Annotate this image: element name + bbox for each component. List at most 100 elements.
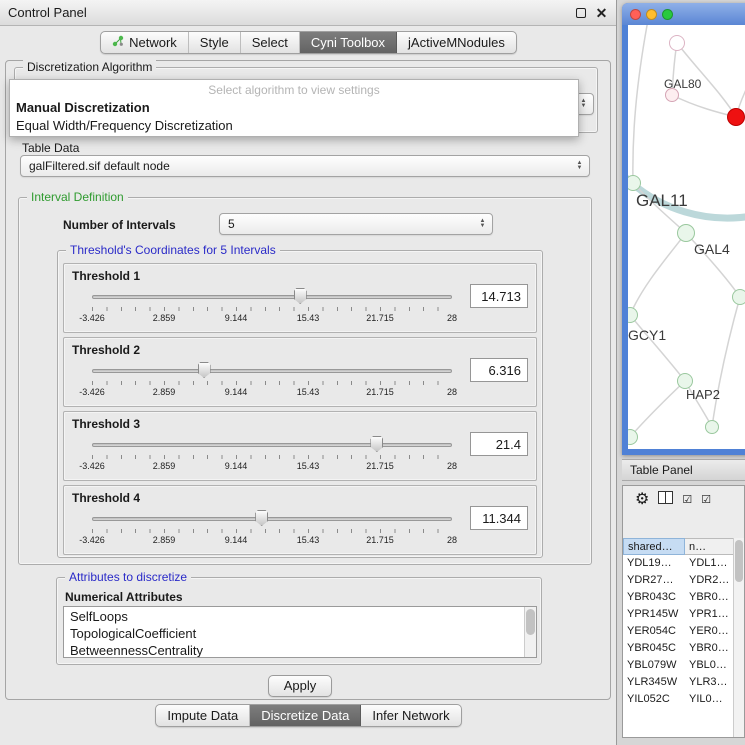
tick-label: 9.144	[225, 535, 248, 545]
network-node[interactable]	[677, 224, 695, 242]
table-data-combobox[interactable]: galFiltered.sif default node ▲▼	[20, 155, 590, 177]
network-canvas[interactable]: GAL80GAL11GAL4GCY1HAP2	[628, 25, 745, 449]
tick-label: 21.715	[366, 535, 394, 545]
network-view-window: GAL80GAL11GAL4GCY1HAP2	[622, 3, 745, 455]
tab-discretize-data[interactable]: Discretize Data	[250, 705, 361, 726]
dropdown-option-manual-discretization[interactable]: Manual Discretization	[10, 98, 578, 116]
table-cell: YDR27…	[623, 572, 685, 589]
table-row[interactable]: YDR27…YDR2…	[623, 572, 735, 589]
scrollbar-thumb[interactable]	[735, 540, 743, 582]
slider-track[interactable]	[92, 295, 452, 299]
table-panel-titlebar: Table Panel	[622, 459, 745, 481]
network-node-label: GAL11	[636, 191, 688, 211]
tick-label: 2.859	[153, 387, 176, 397]
network-node[interactable]	[732, 289, 745, 305]
threshold-slider[interactable]: -3.4262.8599.14415.4321.71528	[92, 362, 452, 402]
threshold-slider[interactable]: -3.4262.8599.14415.4321.71528	[92, 510, 452, 550]
table-row[interactable]: YLR345WYLR3…	[623, 674, 735, 691]
tick-label: 9.144	[225, 387, 248, 397]
table-cell: YBR043C	[623, 589, 685, 606]
table-panel-title: Table Panel	[630, 463, 693, 477]
close-icon[interactable]: ✕	[595, 6, 608, 19]
tab-cyni-toolbox[interactable]: Cyni Toolbox	[300, 32, 397, 53]
float-icon[interactable]	[574, 6, 587, 19]
columns-icon[interactable]	[658, 491, 673, 509]
tab-style[interactable]: Style	[189, 32, 241, 53]
top-tabstrip: Network Style Select Cyni Toolbox jActiv…	[0, 31, 617, 54]
tab-infer-network[interactable]: Infer Network	[361, 705, 460, 726]
table-row[interactable]: YBL079WYBL0…	[623, 657, 735, 674]
zoom-traffic-light-icon[interactable]	[662, 9, 673, 20]
column-header-name[interactable]: n…	[685, 538, 735, 555]
slider-track[interactable]	[92, 517, 452, 521]
table-cell: YBR0…	[685, 640, 735, 657]
threshold-value[interactable]: 21.4	[470, 432, 528, 456]
table-cell: YPR1…	[685, 606, 735, 623]
scrollbar-thumb[interactable]	[526, 609, 535, 635]
table-row[interactable]: YDL19…YDL1…	[623, 555, 735, 572]
dropdown-placeholder-option[interactable]: Select algorithm to view settings	[10, 80, 578, 98]
table-cell: YER0…	[685, 623, 735, 640]
slider-thumb[interactable]	[255, 510, 268, 526]
number-of-intervals-spinner[interactable]: 5 ▲▼	[219, 213, 493, 235]
stepper-arrows-icon[interactable]: ▲▼	[577, 99, 593, 109]
numerical-attributes-list: SelfLoopsTopologicalCoefficientBetweenne…	[64, 607, 536, 658]
tab-label: Network	[129, 35, 177, 50]
slider-thumb[interactable]	[370, 436, 383, 452]
table-cell: YDL1…	[685, 555, 735, 572]
threshold-slider[interactable]: -3.4262.8599.14415.4321.71528	[92, 436, 452, 476]
table-scrollbar[interactable]	[733, 538, 744, 737]
threshold-slider[interactable]: -3.4262.8599.14415.4321.71528	[92, 288, 452, 328]
slider-track[interactable]	[92, 443, 452, 447]
select-none-checkbox-icon[interactable]: ☑	[701, 495, 711, 506]
threshold-value[interactable]: 11.344	[470, 506, 528, 530]
table-rows: YDL19…YDL1…YDR27…YDR2…YBR043CYBR0…YPR145…	[623, 555, 735, 737]
list-item[interactable]: BetweennessCentrality	[64, 642, 536, 658]
network-node[interactable]	[727, 108, 745, 126]
stepper-arrows-icon[interactable]: ▲▼	[573, 161, 589, 171]
list-item[interactable]: TopologicalCoefficient	[64, 625, 536, 642]
network-node-label: GAL4	[694, 241, 730, 257]
table-toolbar: ⚙ ☑ ☑	[623, 486, 744, 514]
numerical-attributes-label: Numerical Attributes	[65, 590, 183, 604]
network-node[interactable]	[669, 35, 685, 51]
tab-label: jActiveMNodules	[408, 35, 505, 50]
table-row[interactable]: YBR043CYBR0…	[623, 589, 735, 606]
tick-label: 15.43	[297, 387, 320, 397]
slider-track[interactable]	[92, 369, 452, 373]
gear-icon[interactable]: ⚙	[635, 492, 649, 508]
interval-definition-title: Interval Definition	[27, 190, 128, 204]
list-item[interactable]: SelfLoops	[64, 608, 536, 625]
select-all-checkbox-icon[interactable]: ☑	[682, 495, 692, 506]
minimize-traffic-light-icon[interactable]	[646, 9, 657, 20]
threshold-value[interactable]: 14.713	[470, 284, 528, 308]
tab-select[interactable]: Select	[241, 32, 300, 53]
table-cell: YLR345W	[623, 674, 685, 691]
table-cell: YIL052C	[623, 691, 685, 708]
thresholds-group-title: Threshold's Coordinates for 5 Intervals	[66, 243, 280, 257]
stepper-arrows-icon[interactable]: ▲▼	[476, 219, 492, 229]
apply-button[interactable]: Apply	[268, 675, 332, 697]
slider-thumb[interactable]	[198, 362, 211, 378]
slider-thumb[interactable]	[294, 288, 307, 304]
table-row[interactable]: YIL052CYIL0…	[623, 691, 735, 708]
discretization-algorithm-title: Discretization Algorithm	[23, 60, 156, 74]
network-icon	[112, 35, 124, 50]
table-row[interactable]: YER054CYER0…	[623, 623, 735, 640]
dropdown-option-equal-width-frequency[interactable]: Equal Width/Frequency Discretization	[10, 116, 578, 134]
table-row[interactable]: YBR045CYBR0…	[623, 640, 735, 657]
table-row[interactable]: YPR145WYPR1…	[623, 606, 735, 623]
close-traffic-light-icon[interactable]	[630, 9, 641, 20]
threshold-value[interactable]: 6.316	[470, 358, 528, 382]
column-header-shared-name[interactable]: shared…	[623, 538, 685, 555]
tick-label: 21.715	[366, 461, 394, 471]
tab-jactivemnodules[interactable]: jActiveMNodules	[397, 32, 516, 53]
tab-network[interactable]: Network	[101, 32, 189, 53]
slider-tick-labels: -3.4262.8599.14415.4321.71528	[92, 535, 452, 546]
tab-impute-data[interactable]: Impute Data	[156, 705, 250, 726]
list-scrollbar[interactable]	[524, 607, 536, 657]
slider-tick-labels: -3.4262.8599.14415.4321.71528	[92, 313, 452, 324]
network-node-label: GAL80	[664, 77, 701, 91]
threshold-panel: Threshold 2 -3.4262.8599.14415.4321.7152…	[63, 337, 537, 407]
network-node[interactable]	[705, 420, 719, 434]
